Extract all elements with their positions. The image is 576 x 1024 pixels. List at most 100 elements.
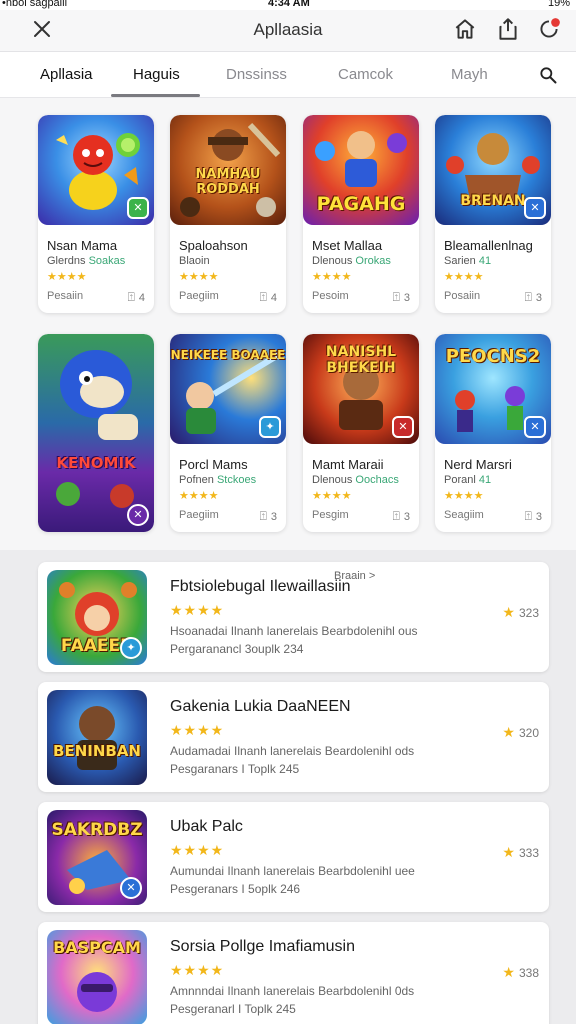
app-card[interactable]: BRENAN ✕ Bleamallenlnag Sarien 41 ★★★★ P… — [435, 115, 551, 313]
download-icon: ⍐ — [524, 509, 532, 523]
app-footer-label: Seagiim — [444, 509, 484, 521]
star-rating: ★★★★ — [47, 271, 87, 283]
star-rating: ★★★★ — [312, 490, 352, 502]
app-artwork: BRENAN ✕ — [435, 115, 551, 225]
see-more-link[interactable]: Braain > — [334, 570, 375, 582]
download-count: ⍐ 4 — [127, 290, 145, 304]
status-bar: •nbol sagpaill 4:34 AM 19% — [0, 0, 576, 10]
app-thumbnail-text: SAKRDBZ — [51, 820, 143, 840]
download-icon: ⍐ — [259, 290, 267, 304]
tab-dnssinss[interactable]: Dnssinss — [226, 66, 287, 83]
app-footer-label: Pesoim — [312, 290, 349, 302]
app-footer-label: Paegiim — [179, 290, 219, 302]
app-artwork: PEOCNS2 ✕ — [435, 334, 551, 444]
star-rating: ★★★★ — [312, 271, 352, 283]
download-count: ⍐ 3 — [392, 509, 410, 523]
app-card[interactable]: NANISHL BHEKEIH ✕ Mamt Maraii Dlenous Oo… — [303, 334, 419, 532]
download-count: ⍐ 3 — [524, 290, 542, 304]
app-thumbnail: SAKRDBZ ✕ — [47, 810, 147, 905]
home-icon[interactable] — [452, 16, 478, 42]
app-artwork-text: KENOMIK — [56, 454, 136, 472]
category-badge-icon: ✕ — [127, 197, 149, 219]
app-title: Spaloahson — [179, 238, 248, 253]
app-thumbnail-text: BASPCAM — [53, 938, 141, 957]
star-rating: ★★★★ — [444, 490, 484, 502]
list-item-title: Sorsia Pollge Imafiamusin — [170, 938, 355, 955]
list-item-meta: Pesgeranarl I Toplk 245 — [170, 1002, 296, 1016]
download-count: ⍐ 3 — [259, 509, 277, 523]
list-item-title: Ubak Palc — [170, 818, 243, 835]
star-rating: ★★★★ — [170, 602, 225, 618]
app-artwork-text: NEIKEEE BOAAEE — [170, 348, 286, 362]
app-card[interactable]: NEIKEEE BOAAEE ✦ Porcl Mams Pofnen Stcko… — [170, 334, 286, 532]
star-icon: ★ — [502, 844, 515, 860]
app-list: FAAEEB ✦ Fbtsiolebugal Ilewaillasiin Bra… — [0, 550, 576, 1024]
app-thumbnail-text: BENINBAN — [53, 742, 141, 760]
app-artwork: NANISHL BHEKEIH ✕ — [303, 334, 419, 444]
download-count: ⍐ 4 — [259, 290, 277, 304]
app-developer: Dlenous Orokas — [312, 255, 391, 267]
star-rating: ★★★★ — [170, 962, 225, 978]
clock: 4:34 AM — [268, 0, 310, 9]
tab-apllasia[interactable]: Apllasia — [40, 66, 93, 83]
download-count: ⍐ 3 — [524, 509, 542, 523]
app-card[interactable]: PAGAHG Mset Mallaa Dlenous Orokas ★★★★ P… — [303, 115, 419, 313]
app-developer: Poranl 41 — [444, 474, 492, 486]
star-icon: ★ — [502, 964, 515, 980]
tab-haguis[interactable]: Haguis — [133, 66, 180, 83]
app-developer: Sarien 41 — [444, 255, 492, 267]
list-item-title: Fbtsiolebugal Ilewaillasiin — [170, 578, 351, 595]
app-card[interactable]: KENOMIK ✕ — [38, 334, 154, 532]
category-badge-icon: ✕ — [524, 197, 546, 219]
battery-text: 19% — [547, 0, 570, 9]
app-developer: Pofnen Stckoes — [179, 474, 257, 486]
star-rating: ★★★★ — [170, 842, 225, 858]
share-icon[interactable] — [495, 16, 521, 42]
download-icon: ⍐ — [392, 509, 400, 523]
app-title: Mamt Maraii — [312, 457, 384, 472]
star-icon: ★ — [502, 604, 515, 620]
app-artwork-text: NANISHL BHEKEIH — [325, 344, 397, 376]
list-item-description: Audamadai Ilnanh lanerelais Beardolenihl… — [170, 744, 415, 758]
list-item[interactable]: SAKRDBZ ✕ Ubak Palc ★★★★ Aumundai Ilnanh… — [38, 802, 549, 912]
app-card[interactable]: NAMHAU RODDAH Spaloahson Blaoin ★★★★ Pae… — [170, 115, 286, 313]
rating-score: ★ 338 — [502, 964, 539, 980]
app-card[interactable]: PEOCNS2 ✕ Nerd Marsri Poranl 41 ★★★★ Sea… — [435, 334, 551, 532]
download-count: ⍐ 3 — [392, 290, 410, 304]
app-artwork: PAGAHG — [303, 115, 419, 225]
category-badge-icon: ✦ — [120, 637, 142, 659]
tab-mayh[interactable]: Mayh — [451, 66, 488, 83]
app-title: Nsan Mama — [47, 238, 118, 253]
star-rating: ★★★★ — [179, 271, 219, 283]
search-icon[interactable] — [538, 65, 558, 85]
download-icon: ⍐ — [524, 290, 532, 304]
rating-score: ★ 323 — [502, 604, 539, 620]
tab-camcok[interactable]: Camcok — [338, 66, 393, 83]
app-thumbnail: BASPCAM — [47, 930, 147, 1024]
app-developer: Glerdns Soakas — [47, 255, 126, 267]
download-icon: ⍐ — [259, 509, 267, 523]
list-item-meta: Pesgeranars I 5oplk 246 — [170, 882, 301, 896]
app-thumbnail: BENINBAN — [47, 690, 147, 785]
list-item[interactable]: BASPCAM Sorsia Pollge Imafiamusin ★★★★ A… — [38, 922, 549, 1024]
list-item[interactable]: BENINBAN Gakenia Lukia DaaNEEN ★★★★ Auda… — [38, 682, 549, 792]
star-rating: ★★★★ — [170, 722, 225, 738]
list-item-meta: Pergaranancl 3ouplk 234 — [170, 642, 304, 656]
featured-grid: ✕ Nsan Mama Glerdns Soakas ★★★★ Pesaiin … — [0, 98, 576, 550]
app-card[interactable]: ✕ Nsan Mama Glerdns Soakas ★★★★ Pesaiin … — [38, 115, 154, 313]
list-item-title: Gakenia Lukia DaaNEEN — [170, 698, 351, 715]
download-icon: ⍐ — [392, 290, 400, 304]
carrier-text: •nbol sagpaill — [2, 0, 68, 9]
notification-icon[interactable] — [536, 16, 562, 42]
list-item-description: Hsoanadai Ilnanh lanerelais Bearbdolenih… — [170, 624, 418, 638]
list-item-meta: Pesgaranars I Toplk 245 — [170, 762, 300, 776]
app-footer-label: Pesaiin — [47, 290, 84, 302]
app-artwork-text: PEOCNS2 — [445, 346, 541, 367]
app-artwork: NEIKEEE BOAAEE ✦ — [170, 334, 286, 444]
list-item[interactable]: FAAEEB ✦ Fbtsiolebugal Ilewaillasiin Bra… — [38, 562, 549, 672]
app-artwork: ✕ — [38, 115, 154, 225]
app-developer: Dlenous Oochacs — [312, 474, 399, 486]
app-artwork-text: NAMHAU RODDAH — [195, 167, 261, 197]
app-title: Bleamallenlnag — [444, 238, 533, 253]
category-badge-icon: ✕ — [127, 504, 149, 526]
